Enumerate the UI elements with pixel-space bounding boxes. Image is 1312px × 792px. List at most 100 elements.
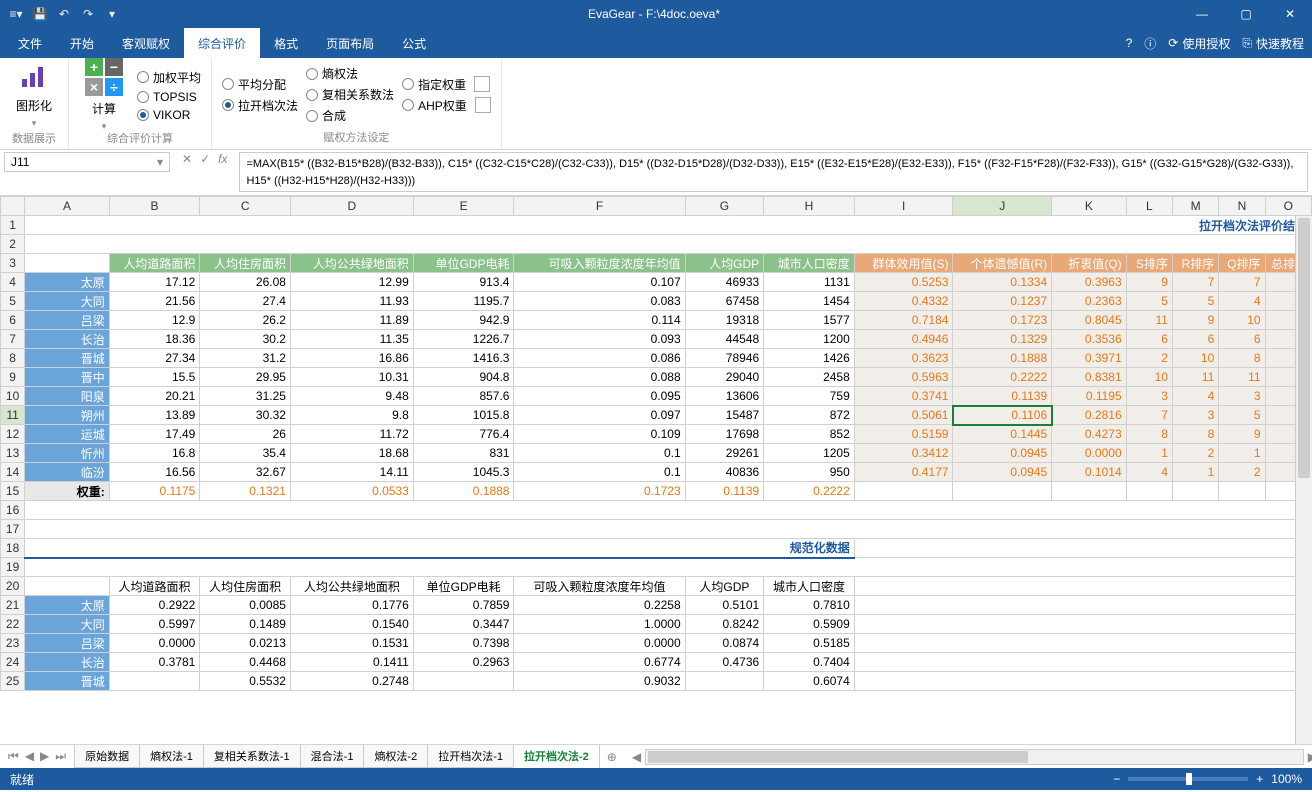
data-cell[interactable]: 15.5 (109, 368, 200, 387)
tab-nav-next-icon[interactable]: ▶ (40, 749, 49, 764)
data-cell[interactable]: 0.3623 (854, 349, 953, 368)
redo-icon[interactable]: ↷ (80, 6, 96, 22)
tab-file[interactable]: 文件 (4, 28, 56, 58)
zoom-in-button[interactable]: + (1256, 772, 1263, 786)
info-icon[interactable]: ⓘ (1144, 35, 1156, 52)
data-cell[interactable]: 30.32 (200, 406, 291, 425)
data-cell[interactable]: 1.0000 (514, 615, 685, 634)
data-cell[interactable]: 0.3536 (1052, 330, 1127, 349)
col-header[interactable]: F (514, 197, 685, 216)
data-cell[interactable]: 942.9 (413, 311, 514, 330)
data-cell[interactable]: 13606 (685, 387, 764, 406)
data-cell[interactable]: 0.3741 (854, 387, 953, 406)
row-header[interactable]: 22 (1, 615, 25, 634)
data-cell[interactable]: 0.5909 (764, 615, 855, 634)
data-cell[interactable]: 0.3412 (854, 444, 953, 463)
data-cell[interactable]: 11 (1219, 368, 1265, 387)
data-cell[interactable]: 0.7184 (854, 311, 953, 330)
data-cell[interactable]: 6 (1126, 330, 1172, 349)
data-cell[interactable]: 0.7859 (413, 596, 514, 615)
data-cell[interactable]: 11.93 (290, 292, 413, 311)
sheet-tab[interactable]: 熵权法-1 (139, 745, 204, 768)
radio-entropy[interactable]: 熵权法 (306, 65, 394, 82)
data-cell[interactable]: 8 (1219, 349, 1265, 368)
tab-formula[interactable]: 公式 (388, 28, 440, 58)
col-header[interactable]: H (764, 197, 855, 216)
data-cell[interactable]: 0.7810 (764, 596, 855, 615)
data-cell[interactable]: 2 (1219, 463, 1265, 482)
row-header[interactable]: 13 (1, 444, 25, 463)
data-cell[interactable]: 1205 (764, 444, 855, 463)
row-header[interactable]: 10 (1, 387, 25, 406)
zoom-slider[interactable] (1128, 777, 1248, 781)
col-header[interactable]: A (25, 197, 110, 216)
data-cell[interactable]: 0.109 (514, 425, 685, 444)
data-cell[interactable]: 0.2748 (290, 672, 413, 691)
sheet-tab[interactable]: 复相关系数法-1 (203, 745, 301, 768)
data-cell[interactable]: 0.3963 (1052, 273, 1127, 292)
data-cell[interactable]: 78946 (685, 349, 764, 368)
settings-icon[interactable] (474, 76, 490, 92)
chart-button[interactable]: 图形化 ▾ (10, 57, 58, 133)
row-label[interactable]: 晋城 (25, 349, 110, 368)
save-icon[interactable]: 💾 (32, 6, 48, 22)
add-sheet-button[interactable]: ⊕ (599, 750, 625, 764)
data-cell[interactable]: 9.8 (290, 406, 413, 425)
horizontal-scrollbar[interactable]: ◀▶ (645, 749, 1304, 765)
row-header[interactable]: 14 (1, 463, 25, 482)
row-header[interactable]: 12 (1, 425, 25, 444)
data-cell[interactable]: 0.1106 (953, 406, 1052, 425)
data-cell[interactable]: 1 (1219, 444, 1265, 463)
undo-icon[interactable]: ↶ (56, 6, 72, 22)
data-cell[interactable]: 0.4736 (685, 653, 764, 672)
tab-format[interactable]: 格式 (260, 28, 312, 58)
data-cell[interactable]: 0.0000 (514, 634, 685, 653)
data-cell[interactable]: 1226.7 (413, 330, 514, 349)
data-cell[interactable]: 0.2922 (109, 596, 200, 615)
data-cell[interactable]: 0.2222 (953, 368, 1052, 387)
auth-link[interactable]: ⟳ 使用授权 (1168, 35, 1230, 52)
data-cell[interactable]: 7 (1126, 406, 1172, 425)
data-cell[interactable]: 9 (1126, 273, 1172, 292)
data-cell[interactable]: 0.8381 (1052, 368, 1127, 387)
data-cell[interactable]: 0.6074 (764, 672, 855, 691)
sheet-tab[interactable]: 混合法-1 (300, 745, 365, 768)
radio-ahp[interactable]: AHP权重 (402, 97, 491, 114)
data-cell[interactable]: 0.0874 (685, 634, 764, 653)
radio-spec-weight[interactable]: 指定权重 (402, 76, 491, 93)
row-header[interactable]: 11 (1, 406, 25, 425)
data-cell[interactable]: 1577 (764, 311, 855, 330)
data-cell[interactable]: 1015.8 (413, 406, 514, 425)
row-label[interactable]: 吕梁 (25, 634, 110, 653)
row-header[interactable]: 8 (1, 349, 25, 368)
row-header[interactable]: 6 (1, 311, 25, 330)
col-header[interactable]: J (953, 197, 1052, 216)
col-header[interactable]: L (1126, 197, 1172, 216)
data-cell[interactable]: 2458 (764, 368, 855, 387)
data-cell[interactable]: 46933 (685, 273, 764, 292)
data-cell[interactable]: 3 (1126, 387, 1172, 406)
tab-nav-last-icon[interactable]: ⏭ (55, 749, 66, 764)
data-cell[interactable]: 3 (1172, 406, 1218, 425)
row-header[interactable]: 25 (1, 672, 25, 691)
col-header[interactable]: D (290, 197, 413, 216)
data-cell[interactable]: 0.093 (514, 330, 685, 349)
row-label[interactable]: 太原 (25, 596, 110, 615)
qat-dropdown-icon[interactable]: ▾ (104, 6, 120, 22)
row-header[interactable]: 4 (1, 273, 25, 292)
data-cell[interactable]: 0.083 (514, 292, 685, 311)
row-label[interactable]: 晋城 (25, 672, 110, 691)
data-cell[interactable]: 0.1723 (953, 311, 1052, 330)
data-cell[interactable]: 0.114 (514, 311, 685, 330)
data-cell[interactable]: 9.48 (290, 387, 413, 406)
data-cell[interactable]: 27.34 (109, 349, 200, 368)
data-cell[interactable]: 0.7404 (764, 653, 855, 672)
col-header[interactable]: C (200, 197, 291, 216)
col-header[interactable]: I (854, 197, 953, 216)
col-header[interactable]: K (1052, 197, 1127, 216)
data-cell[interactable]: 0.1411 (290, 653, 413, 672)
data-cell[interactable]: 0.2363 (1052, 292, 1127, 311)
radio-weighted-avg[interactable]: 加权平均 (137, 69, 201, 86)
data-cell[interactable]: 0.8242 (685, 615, 764, 634)
data-cell[interactable]: 8 (1126, 425, 1172, 444)
